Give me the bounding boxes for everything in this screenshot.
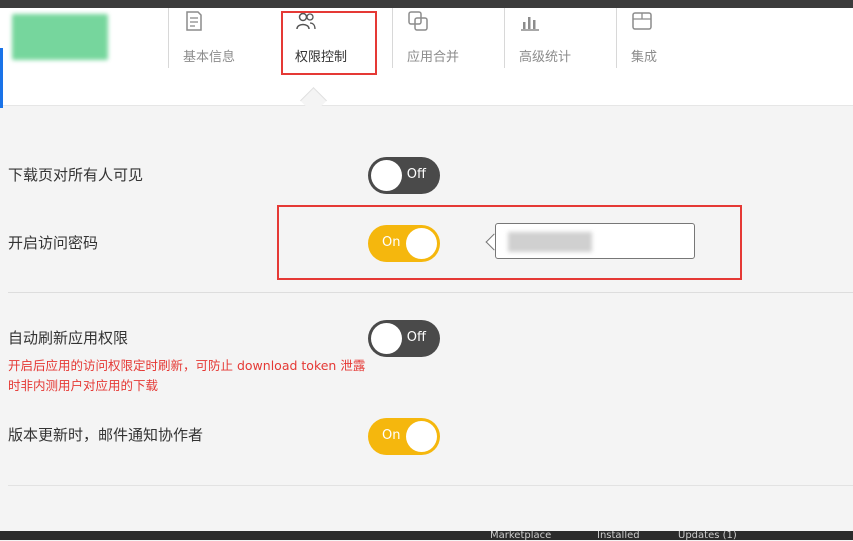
- bottom-divider: [8, 485, 853, 486]
- box-icon: [632, 12, 652, 30]
- tab-integration[interactable]: 集成: [616, 8, 729, 68]
- toggle-state: Off: [406, 330, 426, 345]
- tab-advanced-stats[interactable]: 高级统计: [504, 8, 617, 68]
- toggle-state: Off: [406, 167, 426, 182]
- toggle-knob: [371, 323, 402, 354]
- auto-refresh-toggle[interactable]: Off: [368, 320, 440, 357]
- tab-label: 应用合并: [407, 50, 460, 65]
- header-bar: 基本信息 权限控制 应用合并 高级统计 集成: [0, 8, 853, 108]
- toggle-state: On: [382, 428, 401, 443]
- merge-icon: [408, 11, 428, 31]
- top-window-strip: [0, 0, 853, 8]
- auto-refresh-label: 自动刷新应用权限: [8, 329, 129, 347]
- taskbar-installed[interactable]: Installed: [597, 530, 640, 541]
- app-logo: [12, 14, 108, 60]
- auto-refresh-hint: 开启后应用的访问权限定时刷新，可防止 download token 泄露时非内测…: [8, 358, 366, 393]
- tab-label: 高级统计: [519, 50, 572, 65]
- public-download-label: 下载页对所有人可见: [8, 166, 144, 184]
- tab-highlight-box: [281, 11, 377, 75]
- tab-label: 集成: [631, 50, 658, 65]
- toggle-knob: [406, 421, 437, 452]
- notify-collaborators-toggle[interactable]: On: [368, 418, 440, 455]
- taskbar-marketplace[interactable]: Marketplace: [490, 530, 551, 541]
- access-password-label: 开启访问密码: [8, 234, 99, 252]
- tab-app-merge[interactable]: 应用合并: [392, 8, 505, 68]
- chart-icon: [521, 17, 539, 31]
- toggle-knob: [371, 160, 402, 191]
- left-accent-bar: [0, 48, 3, 108]
- tab-basic-info[interactable]: 基本信息: [168, 8, 281, 68]
- notify-collaborators-label: 版本更新时，邮件通知协作者: [8, 426, 204, 444]
- taskbar-updates[interactable]: Updates (1): [678, 530, 737, 541]
- document-icon: [186, 11, 202, 31]
- tab-label: 基本信息: [183, 50, 236, 65]
- public-download-toggle[interactable]: Off: [368, 157, 440, 194]
- password-highlight-box: [277, 205, 742, 280]
- section-divider: [8, 292, 853, 293]
